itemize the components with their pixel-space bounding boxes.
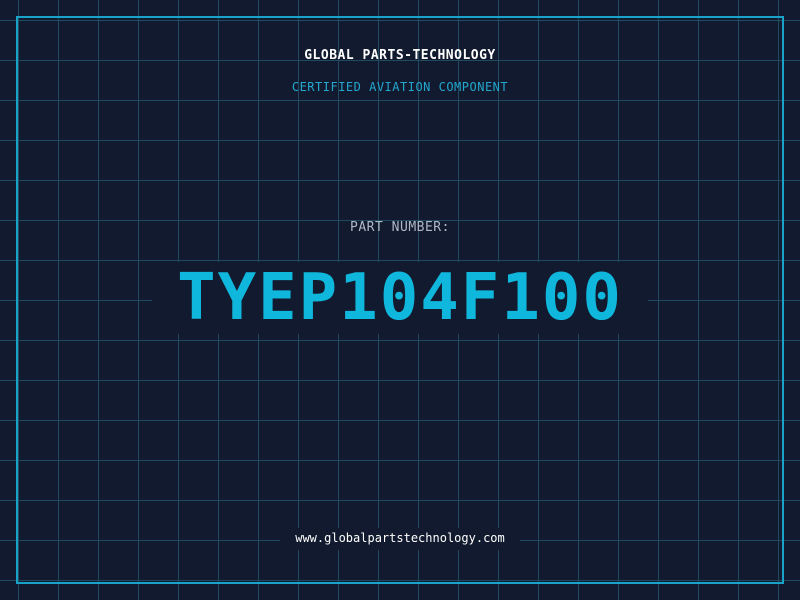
part-number-value: TYEP104F100 (177, 261, 623, 335)
company-name: GLOBAL PARTS-TECHNOLOGY (304, 48, 496, 63)
certificate-card: GLOBAL PARTS-TECHNOLOGY CERTIFIED AVIATI… (0, 0, 800, 600)
certification-subtitle: CERTIFIED AVIATION COMPONENT (291, 80, 509, 94)
part-number-label: PART NUMBER: (350, 220, 450, 235)
website-url: www.globalpartstechnology.com (295, 531, 505, 545)
